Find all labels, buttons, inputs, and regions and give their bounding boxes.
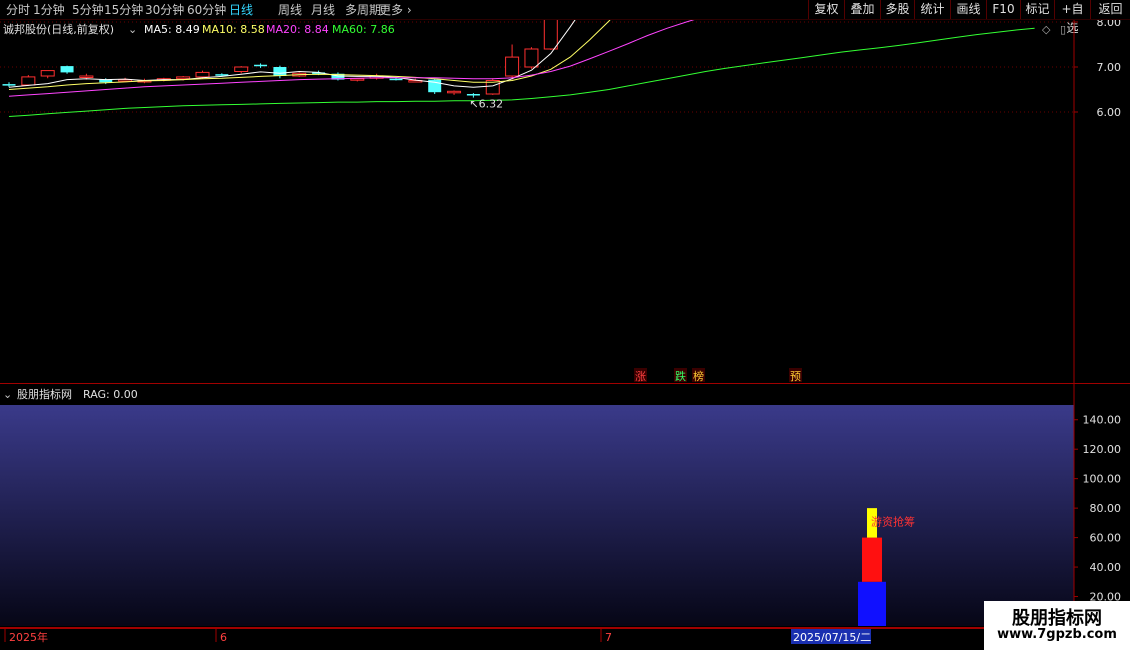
date-label: 7: [605, 631, 612, 644]
indicator-value: RAG: 0.00: [83, 388, 138, 401]
y-tick-label: 140.00: [1083, 414, 1122, 427]
period-toolbar: 分时 1分钟 5分钟 15分钟 30分钟 60分钟 日线 周线 月线 多周期 更多 › 复权 叠加 多股统…: [0, 0, 1130, 35]
event-marker[interactable]: 跌: [675, 369, 686, 383]
y-tick-label: 80.00: [1090, 502, 1122, 515]
watermark-logo: 股朋指标网 www.7gpzb.com: [984, 601, 1130, 650]
candle-body: [447, 90, 462, 94]
candle-body: [524, 48, 539, 68]
price-chart[interactable]: 诚邦股份(日线,前复权) ⌄ MA5: 8.49 MA10: 8.58 MA20: 8.…: [0, 20, 1130, 384]
toolbar-button[interactable]: +自选: [1054, 0, 1090, 35]
candle-body: [176, 76, 191, 80]
y-tick-label: 8.00: [1097, 20, 1122, 29]
period-tab[interactable]: 1分钟: [33, 1, 65, 19]
date-label: 6: [220, 631, 227, 644]
toolbar-button[interactable]: 复权: [808, 0, 844, 19]
candle-body: [195, 71, 210, 78]
signal-bar-label: 游资抢筹: [871, 514, 915, 528]
period-tab[interactable]: 60分钟: [187, 1, 226, 19]
period-tab[interactable]: 15分钟: [104, 1, 143, 19]
candle-body: [273, 67, 287, 76]
y-tick-label: 120.00: [1083, 443, 1122, 456]
candle-body: [254, 64, 268, 67]
ma-legend-item: MA20: 8.84: [266, 23, 329, 36]
toolbar-button[interactable]: 返回: [1090, 0, 1130, 19]
period-tab[interactable]: 分时: [6, 1, 30, 19]
candle-body: [40, 70, 55, 77]
ma-legend-item: MA5: 8.49: [144, 23, 200, 36]
watermark-url: www.7gpzb.com: [997, 627, 1117, 642]
candle-body: [466, 94, 480, 96]
y-tick-label: 40.00: [1090, 561, 1122, 574]
cursor-date-label: 2025/07/15/二: [793, 631, 871, 644]
y-tick-label: 6.00: [1097, 106, 1122, 119]
candle-body: [234, 66, 249, 72]
candle-body: [543, 20, 558, 50]
toolbar-button[interactable]: F10: [986, 0, 1020, 19]
period-tab[interactable]: 月线: [311, 1, 335, 19]
ma-legend-item: MA10: 8.58: [202, 23, 265, 36]
date-label: 2025年: [9, 630, 48, 644]
period-tab[interactable]: 30分钟: [145, 1, 184, 19]
candle-body: [389, 78, 403, 81]
diamond-icon[interactable]: ◇: [1042, 23, 1051, 36]
signal-bar-segment: [858, 581, 886, 626]
indicator-title: 股朋指标网: [17, 387, 72, 401]
period-tab[interactable]: 5分钟: [72, 1, 104, 19]
period-tab[interactable]: 日线: [229, 1, 253, 19]
ma-line-ma60: [8, 27, 1035, 117]
low-annotation: ↖6.32: [469, 98, 503, 111]
candle-body: [350, 78, 365, 81]
y-tick-label: 7.00: [1097, 61, 1122, 74]
candle-body: [79, 75, 94, 78]
stock-title: 诚邦股份(日线,前复权): [3, 22, 114, 36]
date-axis: 2025年 6 7 2025/07/15/二: [0, 628, 1130, 650]
chevron-right-icon: ›: [403, 3, 412, 17]
toolbar-button[interactable]: 标记: [1020, 0, 1054, 19]
candle-body: [21, 76, 36, 86]
toolbar-button[interactable]: 多股: [880, 0, 914, 19]
toolbar-button[interactable]: 统计: [914, 0, 950, 19]
y-tick-label: 100.00: [1083, 473, 1122, 486]
ma-legend-item: MA60: 7.86: [332, 23, 395, 36]
indicator-panel[interactable]: ⌄ 股朋指标网 RAG: 0.00 140.00 120.00 100.00 80.00 60…: [0, 384, 1130, 628]
dropdown-icon[interactable]: ⌄: [3, 388, 12, 401]
period-tab[interactable]: 更多 ›: [379, 1, 412, 19]
event-marker[interactable]: 涨: [635, 370, 646, 383]
event-marker[interactable]: 榜: [693, 369, 704, 383]
candle-body: [60, 66, 74, 73]
toolbar-button[interactable]: 画线: [950, 0, 986, 19]
event-marker[interactable]: 预: [790, 370, 801, 383]
expand-icon[interactable]: ▯: [1060, 23, 1066, 36]
candle-body: [505, 56, 520, 77]
toolbar-button[interactable]: 叠加: [844, 0, 880, 19]
y-tick-label: 60.00: [1090, 532, 1122, 545]
dropdown-icon[interactable]: ⌄: [128, 23, 137, 36]
candle-body: [2, 84, 16, 86]
period-tab[interactable]: 多周期: [345, 1, 381, 19]
period-tab[interactable]: 周线: [278, 1, 302, 19]
signal-bar-segment: [862, 537, 882, 582]
